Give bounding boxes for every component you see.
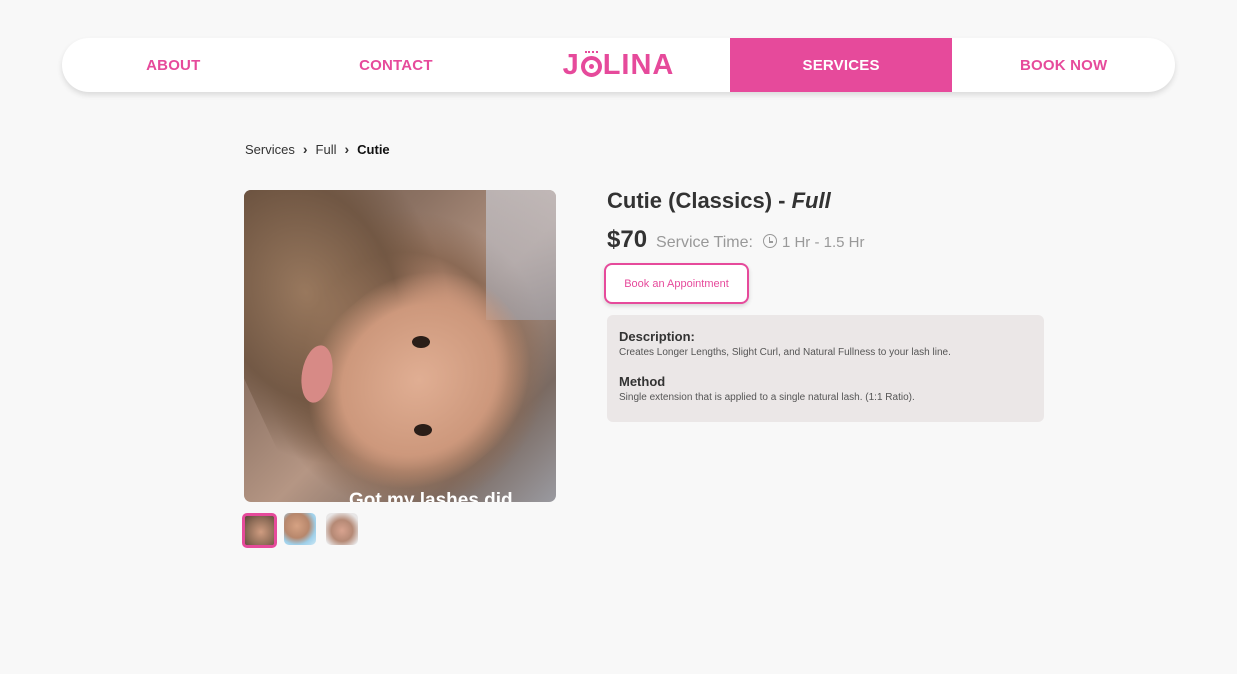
description-text: Creates Longer Lengths, Slight Curl, and…: [619, 347, 951, 358]
jolina-logo: J LINA: [563, 49, 675, 82]
logo-text-end: LINA: [602, 48, 675, 81]
clock-icon: [762, 234, 777, 248]
nav-about[interactable]: ABOUT: [62, 38, 285, 92]
product-title-variant: Full: [791, 188, 831, 213]
logo-link[interactable]: J LINA: [507, 38, 730, 92]
product-title: Cutie (Classics) - Full: [607, 188, 831, 214]
product-title-main: Cutie (Classics) -: [607, 188, 792, 213]
details-box: Description: Creates Longer Lengths, Sli…: [607, 315, 1044, 422]
breadcrumb-services[interactable]: Services: [245, 142, 295, 157]
breadcrumb-current: Cutie: [357, 141, 390, 157]
service-time-label: Service Time:: [656, 234, 753, 251]
method-text: Single extension that is applied to a si…: [619, 392, 915, 403]
thumbnail-gallery: [242, 513, 368, 548]
book-appointment-button[interactable]: Book an Appointment: [604, 263, 749, 304]
main-product-image: Got my lashes did: [244, 190, 556, 502]
price-row: $70 Service Time: 1 Hr - 1.5 Hr: [607, 226, 864, 254]
image-caption: Got my lashes did: [349, 490, 513, 502]
product-price: $70: [607, 226, 648, 253]
chevron-right-icon: ›: [344, 141, 350, 157]
nav-book-now[interactable]: BOOK NOW: [952, 38, 1175, 92]
description-heading: Description:: [619, 329, 695, 344]
main-navbar: ABOUT CONTACT J LINA SERVICES BOOK NOW: [62, 38, 1175, 92]
eye-icon: [580, 50, 602, 77]
method-heading: Method: [619, 374, 666, 389]
nav-services[interactable]: SERVICES: [729, 38, 953, 92]
thumbnail-1[interactable]: [242, 513, 277, 548]
thumbnail-2[interactable]: [284, 513, 316, 545]
service-time-value: 1 Hr - 1.5 Hr: [781, 234, 865, 251]
thumbnail-3[interactable]: [326, 513, 358, 545]
logo-text-start: J: [562, 48, 580, 81]
breadcrumb-full[interactable]: Full: [316, 142, 337, 157]
chevron-right-icon: ›: [302, 141, 308, 157]
nav-contact[interactable]: CONTACT: [285, 38, 508, 92]
breadcrumb: Services › Full › Cutie: [245, 141, 390, 157]
